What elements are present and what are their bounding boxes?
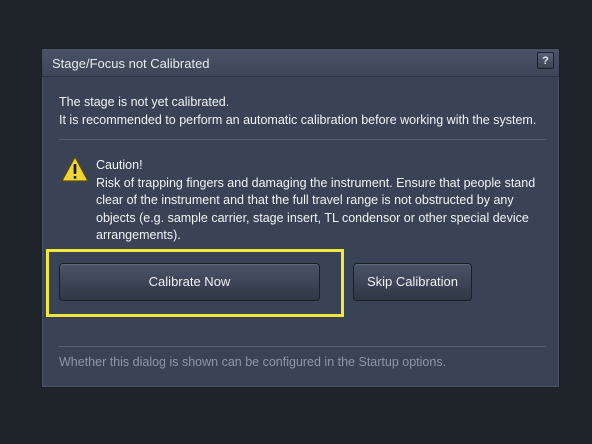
message-line-2: It is recommended to perform an automati… <box>59 113 537 127</box>
dialog-title: Stage/Focus not Calibrated <box>52 56 210 71</box>
caution-title: Caution! <box>96 158 143 172</box>
help-button[interactable]: ? <box>537 52 554 69</box>
skip-calibration-button[interactable]: Skip Calibration <box>353 263 472 301</box>
divider-top <box>59 139 546 140</box>
caution-section: Caution! Risk of trapping fingers and da… <box>96 157 546 245</box>
help-icon: ? <box>542 55 549 67</box>
message-line-1: The stage is not yet calibrated. <box>59 95 230 109</box>
calibration-dialog: Stage/Focus not Calibrated ? The stage i… <box>41 48 560 388</box>
caution-body: Risk of trapping fingers and damaging th… <box>96 175 536 243</box>
divider-bottom <box>59 346 546 347</box>
footer-note: Whether this dialog is shown can be conf… <box>59 355 447 369</box>
calibrate-now-highlight <box>46 249 344 317</box>
caution-icon <box>61 156 89 182</box>
calibration-message: The stage is not yet calibrated. It is r… <box>59 93 536 129</box>
dialog-titlebar: Stage/Focus not Calibrated ? <box>42 49 559 77</box>
